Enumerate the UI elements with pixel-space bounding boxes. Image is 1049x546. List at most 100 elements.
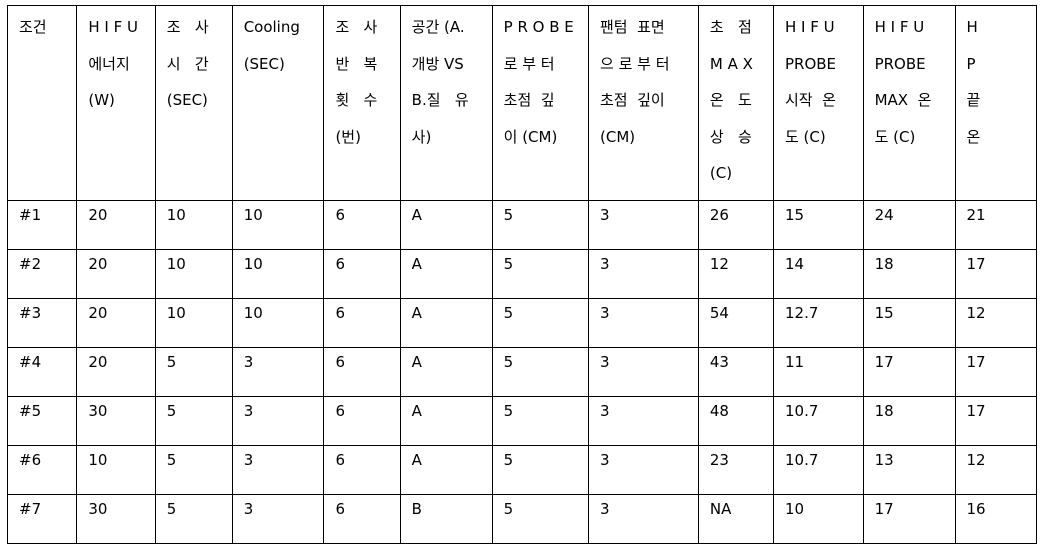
- header-line: (SEC): [243, 54, 285, 73]
- header-repetition-count: 조 사반 복횟 수 (번): [323, 5, 401, 201]
- header-line: (번): [335, 127, 361, 146]
- table-cell: 12: [954, 445, 1037, 495]
- table-cell: #5: [6, 396, 78, 446]
- table-cell: 3: [588, 494, 699, 544]
- table-cell: 10.7: [772, 396, 864, 446]
- table-cell: 5: [491, 445, 590, 495]
- header-probe-start-temp: H I F U PROBE 시작 온도 (C): [772, 5, 864, 201]
- table-cell: #1: [6, 200, 78, 250]
- header-cooling: Cooling (SEC): [231, 5, 325, 201]
- table-cell: 5: [154, 494, 233, 544]
- header-line: 끝: [966, 91, 981, 109]
- table-cell: 3: [231, 347, 325, 397]
- header-probe-max-temp: H I F U PROBE MAX 온도 (C): [862, 5, 956, 201]
- table-cell: 13: [862, 445, 956, 495]
- table-cell: 17: [954, 396, 1037, 446]
- header-line: 도 (C): [784, 127, 826, 146]
- header-line: 시작 온: [784, 91, 836, 109]
- header-line: PROBE: [784, 54, 837, 73]
- table-cell: 6: [323, 494, 401, 544]
- header-line: 온 도: [709, 91, 752, 109]
- table-cell: 6: [323, 347, 401, 397]
- table-cell: 18: [862, 249, 956, 299]
- table-cell: 17: [862, 494, 956, 544]
- table-cell: 6: [323, 396, 401, 446]
- header-probe-end-temp: HP끝온: [954, 5, 1037, 201]
- header-line: 횟 수: [335, 91, 378, 109]
- table-row: #6 10 5 3 6 A 5 3 23 10.7 13 12: [6, 445, 1037, 495]
- header-line: 초점 깊: [503, 91, 555, 109]
- table-cell: A: [399, 249, 493, 299]
- table-cell: 10: [772, 494, 864, 544]
- table-cell: 5: [154, 347, 233, 397]
- header-line: H I F U: [784, 18, 835, 36]
- header-line: 로 부 터: [503, 54, 555, 73]
- table-cell: 6: [323, 249, 401, 299]
- header-condition: 조건: [6, 5, 78, 201]
- table-cell: A: [399, 396, 493, 446]
- table-cell: 16: [954, 494, 1037, 544]
- header-irradiation-time: 조 사시 간 (SEC): [154, 5, 233, 201]
- table-cell: 3: [231, 494, 325, 544]
- table-cell: #3: [6, 298, 78, 348]
- table-cell: 12.7: [772, 298, 864, 348]
- header-line: (C): [709, 164, 733, 182]
- table-cell: B: [399, 494, 493, 544]
- table-cell: A: [399, 200, 493, 250]
- table-cell: 10: [154, 200, 233, 250]
- header-line: 공간 (A.: [411, 18, 465, 36]
- table-cell: 12: [697, 249, 774, 299]
- table-cell: 3: [231, 445, 325, 495]
- table-cell: 5: [491, 200, 590, 250]
- header-line: 조 사: [166, 18, 209, 36]
- table-cell: 3: [588, 347, 699, 397]
- header-line: 이 (CM): [503, 127, 558, 146]
- table-cell: 20: [76, 200, 156, 250]
- table-row: #7 30 5 3 6 B 5 3 NA 10 17 16: [6, 494, 1037, 544]
- hifu-experiment-table: 조건 H I F U 에너지 (W) 조 사시 간 (SEC) Cooling (SEC) 조 …: [6, 5, 1037, 544]
- header-line: H I F U: [88, 18, 138, 36]
- table-cell: 48: [697, 396, 774, 446]
- header-row: 조건 H I F U 에너지 (W) 조 사시 간 (SEC) Cooling (SEC) 조 …: [6, 5, 1037, 201]
- table-cell: 10: [231, 249, 325, 299]
- header-line: 팬텀 표면: [600, 18, 665, 36]
- table-cell: A: [399, 347, 493, 397]
- header-line: 으 로 부 터: [600, 54, 670, 73]
- table-row: #4 20 5 3 6 A 5 3 43 11 17 17: [6, 347, 1037, 397]
- header-line: (CM): [600, 127, 636, 146]
- table-cell: 17: [954, 249, 1037, 299]
- table-cell: 3: [588, 200, 699, 250]
- table-cell: 10: [154, 249, 233, 299]
- table-cell: 3: [588, 445, 699, 495]
- header-line: B.질 유: [411, 91, 469, 109]
- table-cell: 10: [231, 298, 325, 348]
- table-cell: 12: [954, 298, 1037, 348]
- table-row: #5 30 5 3 6 A 5 3 48 10.7 18 17: [6, 396, 1037, 446]
- header-line: 상 승: [709, 127, 752, 146]
- header-line: 조건: [19, 18, 47, 36]
- table-cell: 5: [154, 396, 233, 446]
- table-cell: 6: [323, 445, 401, 495]
- header-phantom-focal-depth: 팬텀 표면으 로 부 터초점 깊이 (CM): [588, 5, 699, 201]
- table-cell: 23: [697, 445, 774, 495]
- header-line: 도 (C): [874, 127, 916, 146]
- table-cell: 54: [697, 298, 774, 348]
- header-space: 공간 (A. 개방 VS B.질 유 사): [399, 5, 493, 201]
- header-hifu-energy: H I F U 에너지 (W): [76, 5, 156, 201]
- header-line: PROBE: [874, 54, 926, 73]
- header-line: 시 간: [166, 54, 209, 73]
- table-cell: 17: [862, 347, 956, 397]
- table-cell: 26: [697, 200, 774, 250]
- table-cell: 20: [76, 347, 156, 397]
- table-cell: 20: [76, 298, 156, 348]
- table-cell: 17: [954, 347, 1037, 397]
- table-cell: 15: [862, 298, 956, 348]
- header-line: 초점 깊이: [600, 91, 665, 109]
- table-cell: A: [399, 445, 493, 495]
- table-cell: 10: [76, 445, 156, 495]
- table-viewport: 조건 H I F U 에너지 (W) 조 사시 간 (SEC) Cooling (SEC) 조 …: [0, 0, 1037, 546]
- header-line: H: [966, 18, 978, 36]
- table-cell: 5: [491, 494, 590, 544]
- header-line: 반 복: [335, 54, 378, 73]
- header-line: 개방 VS: [411, 54, 464, 73]
